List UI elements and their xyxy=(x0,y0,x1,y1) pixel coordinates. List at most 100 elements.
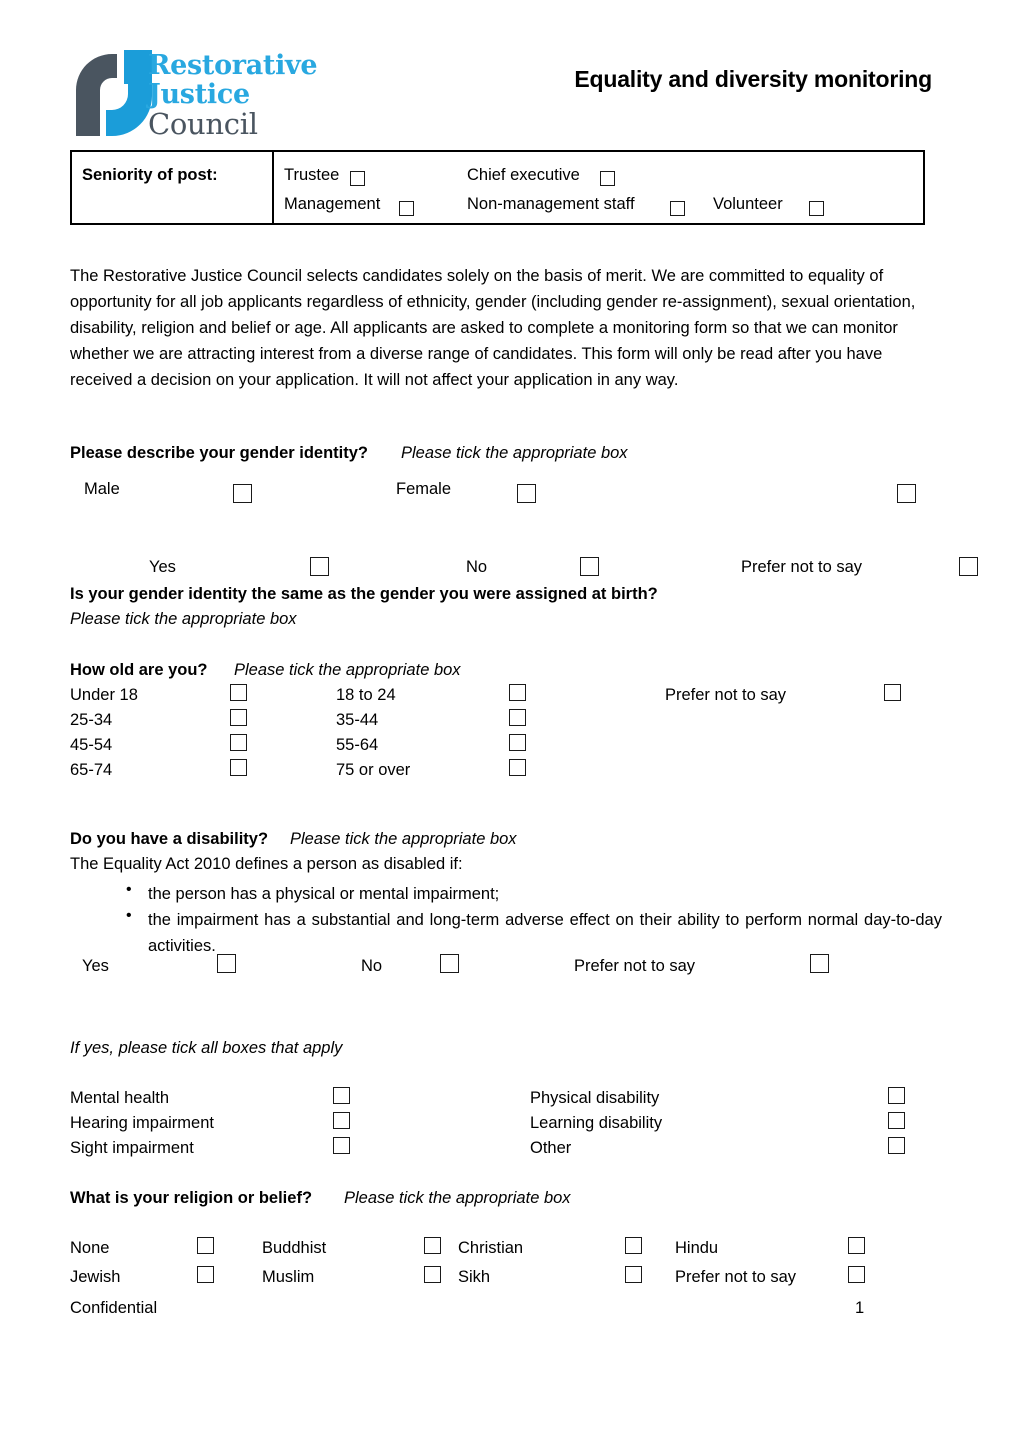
seniority-option-non-management-staff-checkbox[interactable] xyxy=(670,201,685,216)
age-option-55-64-checkbox[interactable] xyxy=(509,734,526,751)
seniority-option-trustee-checkbox[interactable] xyxy=(350,171,365,186)
disability-option-prefer-not-to-say-label: Prefer not to say xyxy=(574,957,696,975)
gender-option-other-checkbox[interactable] xyxy=(897,484,916,503)
age-option-under-18-checkbox[interactable] xyxy=(230,684,247,701)
religion-option-muslim-label: Muslim xyxy=(262,1268,315,1286)
gender-identity-question: Please describe your gender identity? xyxy=(70,444,369,462)
gender-option-male-checkbox[interactable] xyxy=(233,484,252,503)
disability-type-mental-health-checkbox[interactable] xyxy=(333,1087,350,1104)
religion-option-sikh-label: Sikh xyxy=(458,1268,491,1286)
document-page: Restorative Justice Council Equality and… xyxy=(0,0,1020,1443)
age-question: How old are you? xyxy=(70,661,208,679)
seniority-option-chief-executive-label: Chief executive xyxy=(467,166,580,184)
religion-option-christian-checkbox[interactable] xyxy=(625,1237,642,1254)
disability-definition-bullet-2: the impairment has a substantial and lon… xyxy=(148,911,942,955)
disability-type-other-checkbox[interactable] xyxy=(888,1137,905,1154)
age-option-18-to-24-label: 18 to 24 xyxy=(336,686,396,704)
gender-identity-instruction: Please tick the appropriate box xyxy=(401,444,628,462)
logo-line-justice: Justice xyxy=(148,79,250,110)
religion-option-none-checkbox[interactable] xyxy=(197,1237,214,1254)
seniority-option-volunteer-label: Volunteer xyxy=(713,195,783,213)
age-instruction: Please tick the appropriate box xyxy=(234,661,461,679)
age-option-45-54-checkbox[interactable] xyxy=(230,734,247,751)
disability-definition-intro: The Equality Act 2010 defines a person a… xyxy=(70,855,463,873)
religion-option-prefer-not-to-say-label: Prefer not to say xyxy=(675,1268,797,1286)
gender-same-birth-option-no-checkbox[interactable] xyxy=(580,557,599,576)
disability-instruction: Please tick the appropriate box xyxy=(290,830,517,848)
gender-same-birth-option-prefer-not-to-say-label: Prefer not to say xyxy=(741,558,863,576)
age-option-75-or-over-label: 75 or over xyxy=(336,761,411,779)
religion-option-jewish-label: Jewish xyxy=(70,1268,121,1286)
seniority-option-management-checkbox[interactable] xyxy=(399,201,414,216)
religion-option-jewish-checkbox[interactable] xyxy=(197,1266,214,1283)
religion-option-buddhist-label: Buddhist xyxy=(262,1239,327,1257)
disability-type-other-label: Other xyxy=(530,1139,572,1157)
gender-option-male-label: Male xyxy=(84,480,120,498)
age-option-75-or-over-checkbox[interactable] xyxy=(509,759,526,776)
restorative-justice-council-monogram-icon xyxy=(76,50,152,136)
religion-option-christian-label: Christian xyxy=(458,1239,524,1257)
disability-option-yes-checkbox[interactable] xyxy=(217,954,236,973)
disability-type-physical-disability-checkbox[interactable] xyxy=(888,1087,905,1104)
religion-question: What is your religion or belief? xyxy=(70,1189,313,1207)
gender-same-birth-question: Is your gender identity the same as the … xyxy=(70,585,658,603)
religion-option-sikh-checkbox[interactable] xyxy=(625,1266,642,1283)
logo-wordmark: Restorative Justice Council xyxy=(148,49,378,139)
disability-type-sight-impairment-checkbox[interactable] xyxy=(333,1137,350,1154)
gender-same-birth-option-no-label: No xyxy=(466,558,488,576)
seniority-option-management-label: Management xyxy=(284,195,381,213)
disability-type-physical-disability-label: Physical disability xyxy=(530,1089,660,1107)
religion-option-buddhist-checkbox[interactable] xyxy=(424,1237,441,1254)
gender-same-birth-option-prefer-not-to-say-checkbox[interactable] xyxy=(959,557,978,576)
seniority-option-non-management-staff-label: Non-management staff xyxy=(467,195,635,213)
age-option-prefer-not-to-say-label: Prefer not to say xyxy=(665,686,787,704)
age-option-prefer-not-to-say-checkbox[interactable] xyxy=(884,684,901,701)
religion-option-none-label: None xyxy=(70,1239,110,1257)
disability-option-no-checkbox[interactable] xyxy=(440,954,459,973)
age-option-18-to-24-checkbox[interactable] xyxy=(509,684,526,701)
gender-same-birth-option-yes-checkbox[interactable] xyxy=(310,557,329,576)
disability-question: Do you have a disability? xyxy=(70,830,269,848)
gender-same-birth-instruction: Please tick the appropriate box xyxy=(70,610,297,628)
disability-type-mental-health-label: Mental health xyxy=(70,1089,170,1107)
religion-instruction: Please tick the appropriate box xyxy=(344,1189,571,1207)
gender-same-birth-option-yes-label: Yes xyxy=(149,558,176,576)
age-option-45-54-label: 45-54 xyxy=(70,736,113,754)
age-option-35-44-checkbox[interactable] xyxy=(509,709,526,726)
age-option-35-44-label: 35-44 xyxy=(336,711,379,729)
age-option-65-74-checkbox[interactable] xyxy=(230,759,247,776)
logo-line-council: Council xyxy=(148,107,258,141)
age-option-25-34-checkbox[interactable] xyxy=(230,709,247,726)
disability-type-learning-disability-label: Learning disability xyxy=(530,1114,663,1132)
disability-option-prefer-not-to-say-checkbox[interactable] xyxy=(810,954,829,973)
disability-type-hearing-impairment-label: Hearing impairment xyxy=(70,1114,214,1132)
age-option-under-18-label: Under 18 xyxy=(70,686,138,704)
disability-definition-bullet-1: the person has a physical or mental impa… xyxy=(148,885,500,903)
seniority-option-chief-executive-checkbox[interactable] xyxy=(600,171,615,186)
religion-option-muslim-checkbox[interactable] xyxy=(424,1266,441,1283)
disability-type-sight-impairment-label: Sight impairment xyxy=(70,1139,194,1157)
seniority-option-trustee-label: Trustee xyxy=(284,166,340,184)
document-header: Restorative Justice Council Equality and… xyxy=(0,0,1020,148)
disability-option-no-label: No xyxy=(361,957,383,975)
gender-option-female-checkbox[interactable] xyxy=(517,484,536,503)
religion-option-hindu-checkbox[interactable] xyxy=(848,1237,865,1254)
bullet-marker-icon-2: • xyxy=(126,907,132,924)
seniority-option-volunteer-checkbox[interactable] xyxy=(809,201,824,216)
age-option-25-34-label: 25-34 xyxy=(70,711,113,729)
bullet-marker-icon-1: • xyxy=(126,881,132,898)
age-option-55-64-label: 55-64 xyxy=(336,736,379,754)
page-title: Equality and diversity monitoring xyxy=(574,66,932,92)
introduction-paragraph: The Restorative Justice Council selects … xyxy=(70,267,916,389)
disability-type-learning-disability-checkbox[interactable] xyxy=(888,1112,905,1129)
footer-page-number: 1 xyxy=(855,1299,865,1317)
disability-type-hearing-impairment-checkbox[interactable] xyxy=(333,1112,350,1129)
table-column-divider xyxy=(272,152,274,223)
religion-option-prefer-not-to-say-checkbox[interactable] xyxy=(848,1266,865,1283)
gender-option-female-label: Female xyxy=(396,480,452,498)
organisation-logo: Restorative Justice Council xyxy=(72,50,372,142)
footer-confidential-label: Confidential xyxy=(70,1299,158,1317)
age-option-65-74-label: 65-74 xyxy=(70,761,113,779)
seniority-of-post-table: Seniority of post: Trustee Chief executi… xyxy=(70,150,925,225)
disability-option-yes-label: Yes xyxy=(82,957,109,975)
